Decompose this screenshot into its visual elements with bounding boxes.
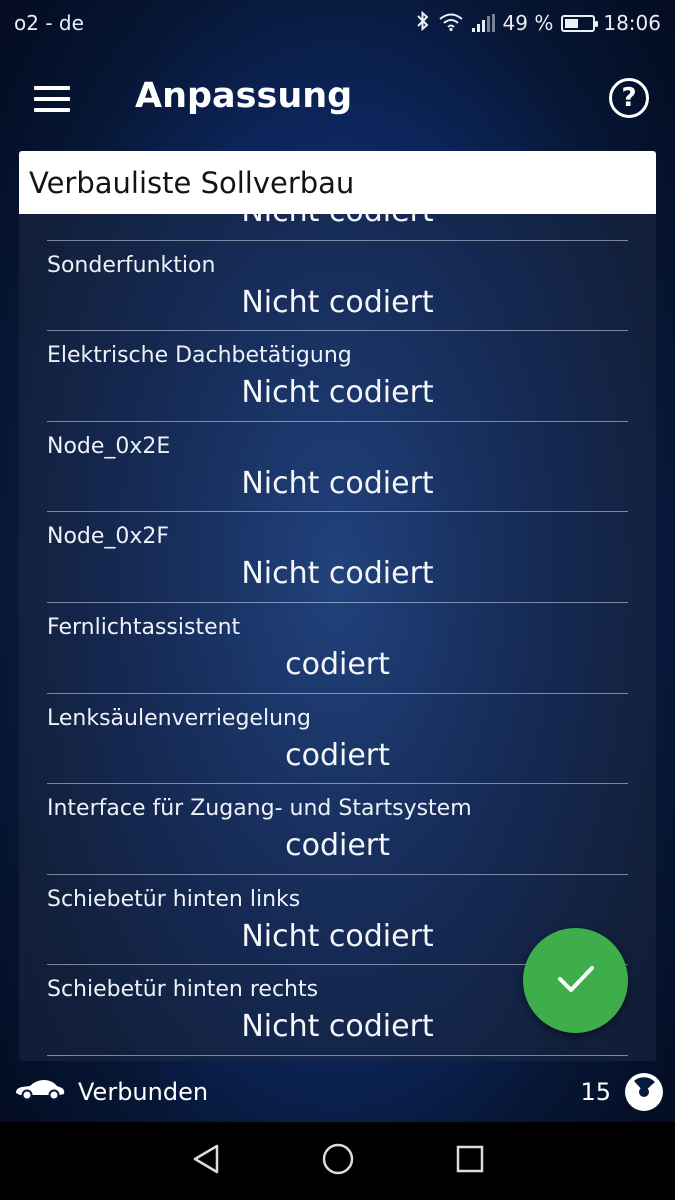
item-name: Elektrische Dachbetätigung	[47, 343, 352, 369]
item-name: Node_0x2F	[47, 524, 170, 550]
clock: 18:06	[603, 11, 661, 35]
item-name: Schiebetür hinten links	[47, 886, 301, 912]
item-value[interactable]: Nicht codiert	[47, 375, 628, 410]
battery-percent: 49 %	[502, 11, 554, 35]
item-name: Lenksäulenverriegelung	[47, 705, 311, 731]
list-item[interactable]: Interface für Zugang- und Startsystem cod…	[47, 784, 628, 875]
list-item[interactable]: Lenksäulenverriegelung codiert	[47, 694, 628, 785]
page-title: Anpassung	[135, 76, 353, 116]
app-bar: Anpassung ?	[0, 46, 675, 150]
item-value[interactable]: Nicht codiert	[47, 466, 628, 501]
list-item[interactable]: Sonderfunktion 2Nicht codiert	[47, 214, 628, 241]
item-value[interactable]: Nicht codiert	[47, 285, 628, 320]
coding-list: Sonderfunktion 2Nicht codiertSonderfunkt…	[47, 214, 628, 1056]
battery-icon	[561, 14, 599, 32]
item-value[interactable]: Nicht codiert	[47, 556, 628, 591]
wifi-icon	[438, 11, 464, 36]
item-name: Sonderfunktion	[47, 252, 216, 278]
connection-status: Verbunden	[78, 1078, 209, 1106]
back-icon[interactable]	[191, 1143, 221, 1179]
list-item[interactable]: Node_0x2F Nicht codiert	[47, 512, 628, 603]
confirm-button[interactable]	[523, 928, 628, 1033]
bluetooth-icon	[416, 10, 430, 36]
list-item[interactable]: Elektrische Dachbetätigung Nicht codiert	[47, 331, 628, 422]
hamburger-menu-icon[interactable]	[34, 86, 70, 112]
item-name: Fernlichtassistent	[47, 614, 241, 640]
item-value[interactable]: codiert	[47, 738, 628, 773]
list-item[interactable]: Node_0x2E Nicht codiert	[47, 422, 628, 513]
item-name: Schiebetür hinten rechts	[47, 977, 319, 1003]
status-icons: 49 % 18:06	[416, 10, 661, 36]
connection-bar: Verbunden 15	[0, 1062, 675, 1122]
list-item[interactable]: Sonderfunktion Nicht codiert	[47, 241, 628, 332]
carrier-label: o2 - de	[14, 11, 84, 35]
list-item[interactable]: Fernlichtassistent codiert	[47, 603, 628, 694]
item-name: Node_0x2E	[47, 433, 171, 459]
car-icon	[14, 1076, 66, 1108]
connection-count: 15	[580, 1078, 611, 1106]
status-bar: o2 - de 49 % 18:06	[0, 0, 675, 46]
recents-icon[interactable]	[455, 1144, 485, 1178]
home-icon[interactable]	[321, 1142, 355, 1180]
gauge-icon[interactable]	[625, 1073, 663, 1111]
help-icon[interactable]: ?	[609, 78, 649, 118]
item-name: Interface für Zugang- und Startsystem	[47, 796, 472, 822]
checkmark-icon	[557, 964, 595, 998]
item-value[interactable]: Nicht codiert	[47, 214, 628, 229]
list-header: Verbauliste Sollverbau	[19, 151, 656, 214]
system-nav-bar	[0, 1122, 675, 1200]
item-value[interactable]: codiert	[47, 828, 628, 863]
item-value[interactable]: codiert	[47, 647, 628, 682]
signal-icon	[471, 14, 495, 32]
